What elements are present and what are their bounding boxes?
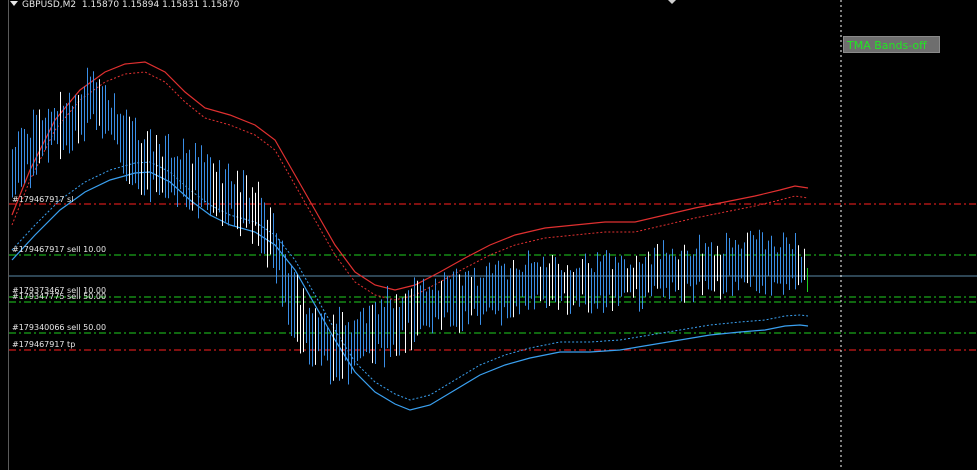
chart-canvas — [9, 0, 977, 470]
tma-upper-inner-band — [11, 71, 809, 301]
shift-marker-icon[interactable] — [668, 0, 676, 4]
chart-header: GBPUSD,M2 1.15870 1.15894 1.15831 1.1587… — [10, 0, 239, 11]
price-chart[interactable]: GBPUSD,M2 1.15870 1.15894 1.15831 1.1587… — [0, 0, 977, 470]
tma-lower-band — [11, 171, 809, 411]
dropdown-triangle-icon[interactable] — [10, 1, 18, 6]
order-label-sell-3[interactable]: #179347775 sell 50.00 — [12, 292, 106, 301]
tma-upper-band — [11, 61, 809, 291]
order-label-sl[interactable]: #179467917 sl — [12, 195, 73, 204]
symbol-timeframe: GBPUSD,M2 — [22, 0, 77, 10]
order-label-sell-1[interactable]: #179467917 sell 10.00 — [12, 245, 106, 254]
ohlc-quote: 1.15870 1.15894 1.15831 1.15870 — [81, 0, 240, 10]
price-bars — [12, 67, 808, 385]
order-label-tp[interactable]: #179467917 tp — [12, 340, 75, 349]
tma-bands — [11, 61, 809, 411]
order-label-sell-4[interactable]: #179340066 sell 50.00 — [12, 323, 106, 332]
tma-bands-toggle-button[interactable]: TMA Bands-off — [843, 36, 940, 53]
tma-lower-inner-band — [11, 161, 809, 401]
